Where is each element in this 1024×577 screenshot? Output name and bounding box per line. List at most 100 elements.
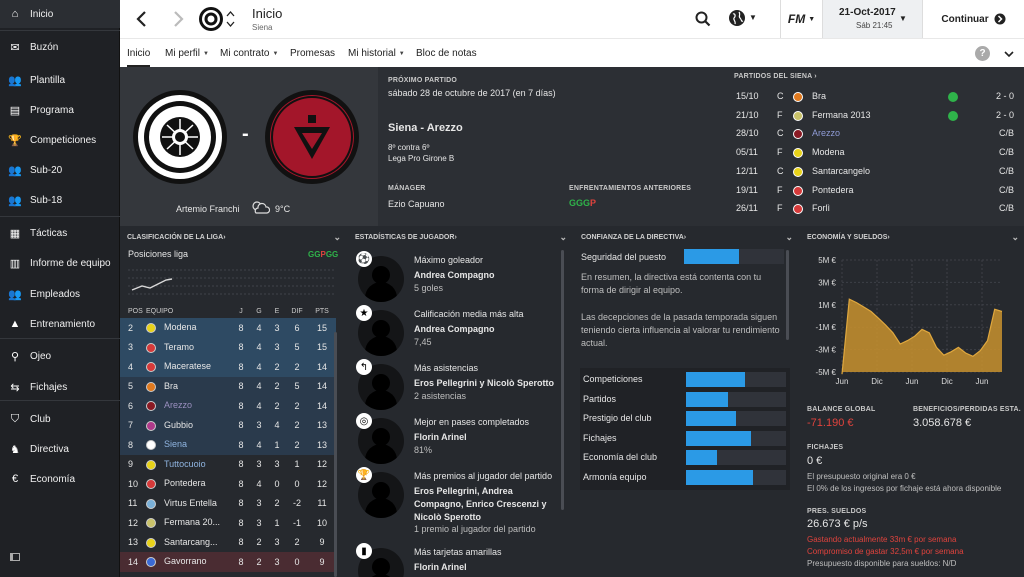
tab-mi-perfil[interactable]: Mi perfil ▼ [165,48,209,59]
team-name[interactable]: Modena [164,322,197,332]
team-name[interactable]: Gavorrano [164,556,207,566]
fixture-row[interactable]: 28/10 C Arezzo C/B [734,126,1020,145]
table-row[interactable]: 6 Arezzo 8 4 2 2 14 [120,396,336,416]
player-stat-item[interactable]: ★ Calificación media más alta Andrea Compa… [354,305,564,357]
chevron-down-icon[interactable]: ⌄ [559,232,567,243]
table-row[interactable]: 12 Fermana 20... 8 3 1 -1 10 [120,513,336,533]
sidebar-item-sub-18[interactable]: 👥 Sub-18 [0,186,120,214]
team-name[interactable]: Teramo [164,342,194,352]
fixture-opponent[interactable]: Bra [812,91,826,101]
fixture-opponent[interactable]: Santarcangelo [812,166,870,176]
team-name[interactable]: Santarcang... [164,537,218,547]
team-name[interactable]: Fermana 20... [164,517,220,527]
panel-header[interactable]: ECONOMÍA Y SUELDOS › ⌄ [800,228,1024,246]
table-row[interactable]: 9 Tuttocuoio 8 3 3 1 12 [120,455,336,475]
sidebar-item-sub-20[interactable]: 👥 Sub-20 [0,156,120,184]
sidebar-item-plantilla[interactable]: 👥 Plantilla [0,66,120,94]
player-stat-item[interactable]: ▮ Más tarjetas amarillas Florin Arinel [354,543,564,577]
team-name[interactable]: Arezzo [164,400,192,410]
table-row[interactable]: 5 Bra 8 4 2 5 14 [120,376,336,396]
player-stat-item[interactable]: ◎ Mejor en pases completados Florin Arinel… [354,413,564,465]
world-button[interactable]: ▼ [728,9,758,29]
manager-name[interactable]: Ezio Capuano [388,199,445,209]
table-row[interactable]: 8 Siena 8 4 1 2 13 [120,435,336,455]
fixture-opponent[interactable]: Arezzo [812,128,840,138]
club-selector[interactable] [198,6,238,32]
fixture-opponent[interactable]: Modena [812,147,845,157]
fm-menu-button[interactable]: FM ▼ [780,0,822,38]
sidebar-item-econom-a[interactable]: € Economía [0,465,120,493]
sidebar-item-directiva[interactable]: ♞ Directiva [0,435,120,463]
team-name[interactable]: Gubbio [164,420,193,430]
table-row[interactable]: 2 Modena 8 4 3 6 15 [120,318,336,338]
sidebar-item-empleados[interactable]: 👥 Empleados [0,280,120,308]
fixture-row[interactable]: 15/10 C Bra 2 - 0 [734,89,1020,108]
continue-button[interactable]: Continuar [922,0,1024,38]
fixture-row[interactable]: 12/11 C Santarcangelo C/B [734,164,1020,183]
competition-name[interactable]: Lega Pro Girone B [388,154,454,163]
fixture-opponent[interactable]: Fermana 2013 [812,110,871,120]
fixture-opponent[interactable]: Pontedera [812,185,854,195]
finance-chart[interactable]: 5M €3M €1M €-1M €-3M €-5M €Jun Dic Jun Dic J… [802,252,1022,402]
back-button[interactable] [134,9,150,29]
sidebar-item-buz-n[interactable]: ✉ Buzón [0,33,120,61]
team-name[interactable]: Bra [164,381,178,391]
table-row[interactable]: 4 Maceratese 8 4 2 2 14 [120,357,336,377]
stat-player[interactable]: Florin Arinel [414,431,560,444]
previous-meetings-form[interactable]: GGGP [569,198,596,208]
stat-player[interactable]: Eros Pellegrini, Andrea Compagno, Enrico… [414,485,560,524]
sidebar-item-inicio[interactable]: ⌂ Inicio [0,0,120,28]
stat-player[interactable]: Andrea Compagno [414,269,560,282]
table-row[interactable]: 10 Pontedera 8 4 0 0 12 [120,474,336,494]
scrollbar[interactable] [786,250,789,340]
panel-header[interactable]: CONFIANZA DE LA DIRECTIVA › ⌄ [574,228,798,246]
sidebar-item-competiciones[interactable]: 🏆 Competiciones [0,126,120,154]
sidebar-toggle-icon[interactable] [10,553,20,561]
sidebar-item-informe-de-equipo[interactable]: ▥ Informe de equipo [0,249,120,277]
table-row[interactable]: 11 Virtus Entella 8 3 2 -2 11 [120,494,336,514]
player-stat-item[interactable]: 🏆 Más premios al jugador del partido Eros … [354,467,564,534]
date-panel[interactable]: 21-Oct-2017 Sáb 21:45 ▼ [822,0,922,38]
team-name[interactable]: Siena [164,439,187,449]
fixture-row[interactable]: 21/10 F Fermana 2013 2 - 0 [734,108,1020,127]
table-row[interactable]: 7 Gubbio 8 3 4 2 13 [120,415,336,435]
stat-player[interactable]: Florin Arinel [414,561,560,574]
sidebar-item-ojeo[interactable]: ⚲ Ojeo [0,342,120,370]
fixture-row[interactable]: 26/11 F Forlì C/B [734,201,1020,220]
forward-button[interactable] [170,9,186,29]
scrollbar[interactable] [334,332,337,577]
search-button[interactable] [694,10,712,28]
fixture-row[interactable]: 05/11 F Modena C/B [734,145,1020,164]
sidebar-item-programa[interactable]: ▤ Programa [0,96,120,124]
team-name[interactable]: Tuttocuoio [164,459,206,469]
fixture-opponent[interactable]: Forlì [812,203,830,213]
player-stat-item[interactable]: ↰ Más asistencias Eros Pellegrini y Nicolò… [354,359,564,411]
tab-bloc-de-notas[interactable]: Bloc de notas [416,48,477,59]
fixtures-title[interactable]: PARTIDOS DEL SIENA › [734,73,817,80]
table-row[interactable]: 13 Santarcang... 8 2 3 2 9 [120,533,336,553]
fixture-row[interactable]: 19/11 F Pontedera C/B [734,183,1020,202]
team-name[interactable]: Maceratese [164,361,211,371]
home-crest[interactable] [132,89,228,185]
player-stat-item[interactable]: ⚽ Máximo goleador Andrea Compagno 5 goles [354,251,564,303]
fixture-title[interactable]: Siena - Arezzo [388,122,463,134]
sidebar-item-t-cticas[interactable]: ▦ Tácticas [0,219,120,247]
stat-player[interactable]: Andrea Compagno [414,323,560,336]
team-name[interactable]: Pontedera [164,478,206,488]
away-crest[interactable] [264,89,360,185]
sidebar-item-fichajes[interactable]: ⇆ Fichajes [0,373,120,401]
table-row[interactable]: 3 Teramo 8 4 3 5 15 [120,337,336,357]
stat-player[interactable]: Eros Pellegrini y Nicolò Sperotto [414,377,560,390]
chevron-down-icon[interactable]: ⌄ [785,232,793,243]
panel-header[interactable]: ESTADÍSTICAS DE JUGADOR › ⌄ [348,228,572,246]
tab-promesas[interactable]: Promesas [290,48,335,59]
chevron-down-icon[interactable]: ⌄ [1011,232,1019,243]
panel-header[interactable]: CLASIFICACIÓN DE LA LIGA › ⌄ [120,228,346,246]
sidebar-item-entrenamiento[interactable]: ▲ Entrenamiento [0,310,120,338]
tab-mi-contrato[interactable]: Mi contrato ▼ [220,48,278,59]
team-name[interactable]: Virtus Entella [164,498,217,508]
more-button[interactable] [1003,48,1015,60]
sidebar-item-club[interactable]: ⛉ Club [0,405,120,433]
chevron-down-icon[interactable]: ⌄ [333,232,341,243]
tab-mi-historial[interactable]: Mi historial ▼ [348,48,405,59]
